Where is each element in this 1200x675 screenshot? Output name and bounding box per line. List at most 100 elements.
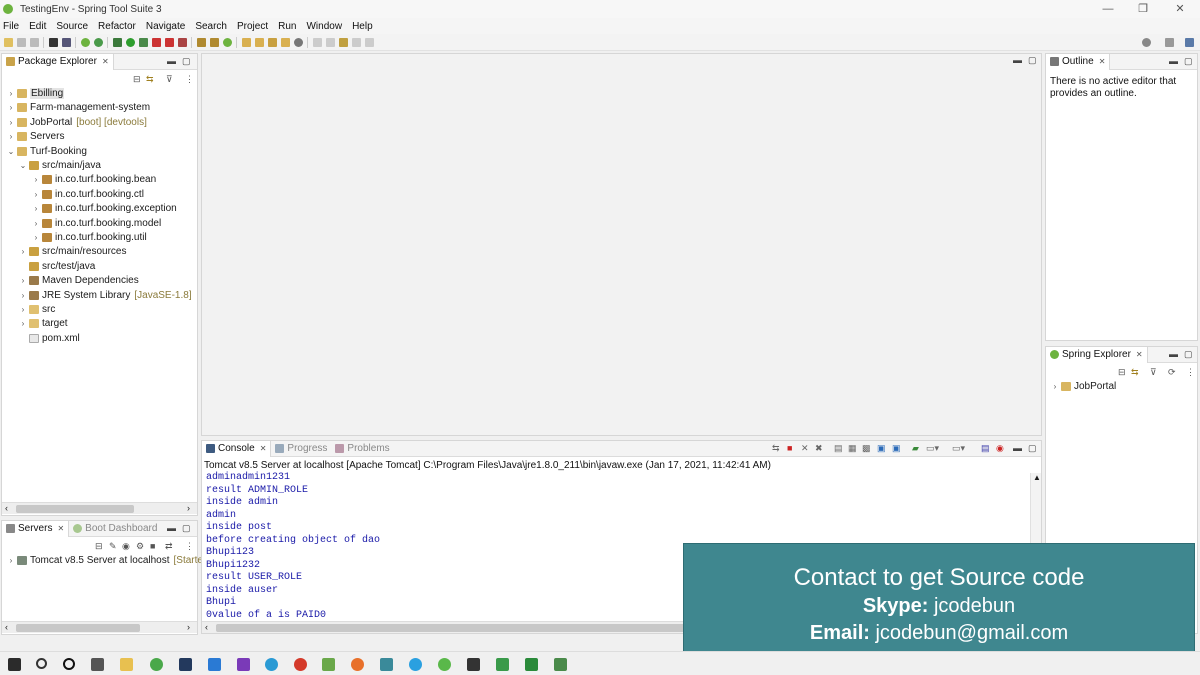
maximize-view-icon[interactable]: ▢ [182, 523, 191, 534]
task-view-icon[interactable] [91, 658, 104, 671]
chevron-down-icon[interactable]: ⌄ [6, 147, 16, 156]
maximize-view-icon[interactable]: ▢ [182, 56, 191, 67]
tree-item-src[interactable]: › src [18, 302, 56, 316]
tree-item-src-main-resources[interactable]: › src/main/resources [18, 244, 127, 258]
firefox-icon[interactable] [351, 658, 364, 671]
scrollbar-thumb[interactable] [216, 624, 686, 632]
coverage-icon[interactable] [165, 37, 174, 47]
save-all-icon[interactable] [30, 37, 39, 47]
chrome-icon[interactable] [294, 658, 307, 671]
open-folder-icon[interactable] [281, 37, 290, 47]
tree-item-package[interactable]: › in.co.turf.booking.util [31, 230, 147, 244]
scrollbar-thumb[interactable] [16, 624, 140, 632]
tree-item-package[interactable]: › in.co.turf.booking.bean [31, 172, 157, 186]
profile-server-icon[interactable]: ⚙ [136, 541, 144, 552]
console-toolbar-1[interactable]: ⇆ [772, 443, 780, 454]
menu-help[interactable]: Help [352, 21, 373, 32]
close-tab-icon[interactable]: ✕ [1136, 350, 1143, 359]
scroll-left-icon[interactable]: ‹ [205, 622, 208, 632]
horizontal-scrollbar[interactable]: ‹ › [2, 502, 197, 514]
menu-source[interactable]: Source [56, 21, 88, 32]
editor-area[interactable]: ▬ ▢ [201, 53, 1042, 436]
app-icon[interactable] [380, 658, 393, 671]
minimize-view-icon[interactable]: ▬ [167, 56, 176, 66]
app-icon[interactable] [467, 658, 480, 671]
tree-item-src-main-java[interactable]: ⌄ src/main/java [18, 158, 101, 172]
menu-project[interactable]: Project [237, 21, 268, 32]
word-wrap-icon[interactable]: ▩ [862, 443, 871, 454]
spring-tree-item-jobportal[interactable]: › JobPortal [1050, 379, 1117, 393]
tree-item-jobportal[interactable]: › JobPortal [boot] [devtools] [6, 115, 147, 129]
tree-item-turf-booking[interactable]: ⌄ Turf-Booking [6, 144, 87, 158]
chevron-right-icon[interactable]: › [6, 103, 16, 112]
menu-navigate[interactable]: Navigate [146, 21, 185, 32]
scroll-lock-icon[interactable]: ▦ [848, 443, 857, 454]
console-extra-icon[interactable]: ▤ [981, 443, 990, 454]
run-icon[interactable] [126, 37, 135, 47]
tab-spring-explorer[interactable]: Spring Explorer ✕ [1046, 346, 1148, 363]
chevron-right-icon[interactable]: › [1050, 382, 1060, 391]
menu-edit[interactable]: Edit [29, 21, 46, 32]
tree-item-farm-management-system[interactable]: › Farm-management-system [6, 100, 150, 114]
minimize-view-icon[interactable]: ▬ [1169, 56, 1178, 66]
pin-editor-icon[interactable] [365, 37, 374, 47]
tab-progress[interactable]: Progress [271, 441, 331, 457]
start-server-icon[interactable]: ◉ [122, 541, 130, 552]
tab-problems[interactable]: Problems [331, 441, 393, 457]
skype-icon[interactable] [409, 658, 422, 671]
spring-tool-suite-icon[interactable] [438, 658, 451, 671]
restore-button[interactable]: ❐ [1125, 0, 1161, 18]
app-icon[interactable] [496, 658, 509, 671]
filter-icon[interactable]: ⊽ [166, 74, 173, 85]
menu-run[interactable]: Run [278, 21, 296, 32]
new-java-package-icon[interactable] [197, 37, 206, 47]
new-spring-starter-icon[interactable] [223, 37, 232, 47]
pin-console-icon[interactable]: ▰ [912, 443, 919, 454]
edge-icon[interactable] [265, 658, 278, 671]
scroll-right-icon[interactable]: › [187, 622, 190, 632]
minimize-view-icon[interactable]: ▬ [1169, 349, 1178, 359]
quick-access-search-icon[interactable] [1142, 38, 1151, 47]
search-icon[interactable] [36, 658, 47, 669]
next-annotation-icon[interactable] [313, 37, 322, 47]
menu-file[interactable]: File [3, 21, 19, 32]
tree-item-package[interactable]: › in.co.turf.booking.ctl [31, 187, 144, 201]
open-console-icon[interactable]: ▭▾ [952, 443, 965, 454]
search-toolbar-icon[interactable] [268, 37, 277, 47]
display-console-icon[interactable]: ▭▾ [926, 443, 939, 454]
scroll-up-icon[interactable]: ▲ [1033, 473, 1041, 482]
menu-window[interactable]: Window [306, 21, 342, 32]
tab-console[interactable]: Console ✕ [202, 440, 272, 457]
menu-search[interactable]: Search [195, 21, 227, 32]
tree-item-src-test-java[interactable]: src/test/java [18, 259, 95, 273]
collapse-all-icon[interactable]: ⊟ [95, 541, 103, 552]
chevron-right-icon[interactable]: › [18, 291, 28, 300]
prev-annotation-icon[interactable] [326, 37, 335, 47]
close-tab-icon[interactable]: ✕ [260, 444, 267, 453]
debug-server-icon[interactable]: ✎ [109, 541, 117, 552]
maximize-editor-icon[interactable]: ▢ [1028, 55, 1037, 66]
horizontal-scrollbar[interactable]: ‹ › [2, 621, 197, 633]
maximize-view-icon[interactable]: ▢ [1184, 349, 1193, 360]
visual-studio-icon[interactable] [237, 658, 250, 671]
refresh-view-icon[interactable]: ⟳ [1168, 367, 1176, 378]
app-icon[interactable] [554, 658, 567, 671]
slack-icon[interactable] [322, 658, 335, 671]
collapse-all-icon[interactable]: ⊟ [1118, 367, 1126, 378]
spring-tool-suite-icon[interactable] [150, 658, 163, 671]
chevron-right-icon[interactable]: › [31, 175, 41, 184]
console-error-icon[interactable]: ◉ [996, 443, 1004, 454]
minimize-view-icon[interactable]: ▬ [167, 523, 176, 533]
tab-servers[interactable]: Servers ✕ [2, 520, 70, 537]
tree-item-servers[interactable]: › Servers [6, 129, 65, 143]
view-menu-icon[interactable]: ⋮ [185, 541, 194, 552]
chevron-right-icon[interactable]: › [6, 132, 16, 141]
vscode-icon[interactable] [208, 658, 221, 671]
terminate-icon[interactable]: ■ [787, 443, 792, 453]
chevron-right-icon[interactable]: › [18, 305, 28, 314]
stop-icon[interactable] [152, 37, 161, 47]
profile-icon[interactable] [178, 37, 187, 47]
close-button[interactable]: ✕ [1162, 0, 1198, 18]
open-task-icon[interactable] [255, 37, 264, 47]
link-editor-icon[interactable]: ⇆ [146, 74, 154, 85]
